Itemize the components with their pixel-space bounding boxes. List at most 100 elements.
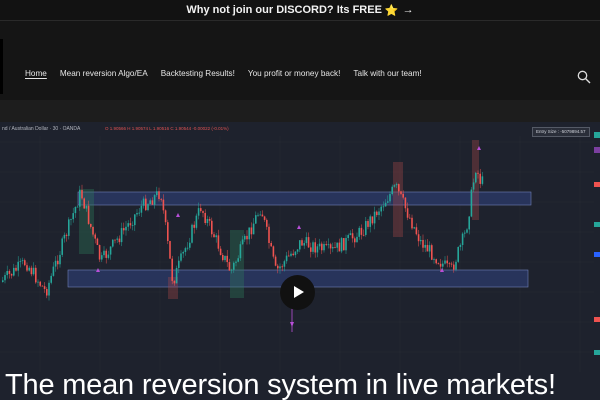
nav-item-contact[interactable]: Talk with our team!	[353, 69, 421, 78]
candle-body	[164, 210, 167, 223]
candle-body	[453, 264, 455, 270]
highlight-column	[393, 162, 403, 237]
candle-body	[211, 220, 213, 235]
nav-item-home[interactable]: Home	[25, 69, 47, 78]
main-nav: Home Mean reversion Algo/EA Backtesting …	[25, 69, 435, 78]
candle-body	[4, 275, 6, 281]
candle-body	[457, 246, 459, 262]
star-icon: ⭐	[384, 4, 399, 17]
candle-body	[222, 254, 224, 261]
announcement-bar[interactable]: Why not join our DISCORD? Its FREE ⭐ →	[0, 0, 600, 20]
candle-body	[367, 221, 369, 227]
nav-item-money-back[interactable]: You profit or money back!	[248, 69, 341, 78]
candle-body	[305, 237, 308, 244]
candle-body	[299, 240, 301, 250]
candle-body	[259, 214, 261, 216]
candle-body	[272, 246, 275, 257]
candle-body	[191, 224, 193, 243]
candle-body	[61, 238, 63, 255]
price-chart	[0, 136, 594, 372]
candle-body	[50, 275, 52, 283]
candle-body	[156, 191, 158, 196]
candle-body	[424, 244, 426, 248]
candle-body	[266, 219, 268, 227]
candle-body	[351, 233, 354, 239]
signal-marker	[290, 322, 294, 327]
video-player[interactable]: nd / Australian Dollar · 30 · OANDA O 1.…	[0, 122, 600, 400]
candle-body	[162, 199, 165, 211]
candle-body	[340, 238, 343, 252]
candle-body	[241, 239, 244, 245]
candle-body	[153, 195, 156, 205]
candle-body	[103, 250, 105, 256]
nav-item-backtesting[interactable]: Backtesting Results!	[161, 69, 235, 78]
logo[interactable]	[0, 39, 3, 94]
search-icon[interactable]	[577, 70, 591, 84]
candle-body	[90, 223, 92, 227]
candle-body	[138, 212, 140, 214]
candle-body	[290, 253, 292, 256]
candle-body	[41, 285, 44, 287]
candle-body	[8, 270, 11, 274]
candle-body	[384, 202, 387, 207]
candle-body	[358, 227, 360, 237]
candle-body	[39, 281, 41, 286]
candle-body	[468, 216, 470, 230]
candle-body	[149, 200, 151, 205]
candle-body	[219, 248, 222, 255]
candle-body	[250, 227, 253, 235]
candle-body	[147, 204, 149, 211]
candle-body	[83, 198, 85, 209]
candle-body	[461, 233, 464, 245]
candle-body	[470, 189, 473, 217]
candle-body	[131, 225, 134, 226]
candle-body	[57, 260, 59, 265]
candle-body	[248, 227, 250, 240]
candle-body	[292, 253, 294, 256]
candle-body	[180, 253, 182, 261]
entry-size-box: Entry Size : -5079894.57	[532, 127, 590, 137]
candle-body	[435, 259, 437, 264]
candle-body	[127, 223, 129, 227]
candle-body	[81, 190, 83, 199]
candle-body	[2, 280, 4, 282]
candle-body	[72, 213, 74, 220]
candle-body	[362, 234, 365, 236]
candle-body	[204, 212, 206, 223]
candle-body	[387, 201, 389, 203]
candle-body	[105, 250, 107, 258]
announcement-text[interactable]: Why not join our DISCORD? Its FREE	[186, 4, 382, 16]
candle-body	[398, 184, 400, 192]
candle-body	[415, 227, 418, 235]
arrow-right-icon[interactable]: →	[403, 4, 414, 16]
candle-body	[107, 254, 110, 258]
candle-body	[380, 206, 382, 212]
candle-body	[475, 172, 477, 183]
candle-body	[422, 239, 424, 248]
candle-body	[24, 260, 26, 266]
candle-body	[134, 214, 136, 226]
candle-body	[186, 247, 189, 249]
candle-body	[171, 258, 173, 281]
nav-item-algo[interactable]: Mean reversion Algo/EA	[60, 69, 148, 78]
candle-body	[400, 191, 402, 194]
candle-body	[239, 244, 242, 259]
candle-body	[301, 240, 303, 246]
candle-body	[395, 184, 398, 186]
site-header: Home Mean reversion Algo/EA Backtesting …	[0, 20, 600, 100]
candle-body	[19, 261, 22, 262]
candle-body	[459, 244, 462, 247]
signal-marker	[176, 213, 180, 217]
candle-body	[54, 260, 57, 267]
candle-body	[43, 286, 46, 289]
candle-body	[208, 218, 211, 221]
play-button[interactable]	[280, 275, 315, 310]
candle-body	[442, 263, 444, 267]
candle-body	[85, 205, 88, 209]
candle-body	[455, 261, 457, 270]
candle-body	[360, 227, 363, 235]
candle-body	[59, 254, 61, 265]
candle-body	[329, 244, 332, 249]
candle-body	[237, 258, 239, 262]
candle-body	[197, 208, 200, 216]
